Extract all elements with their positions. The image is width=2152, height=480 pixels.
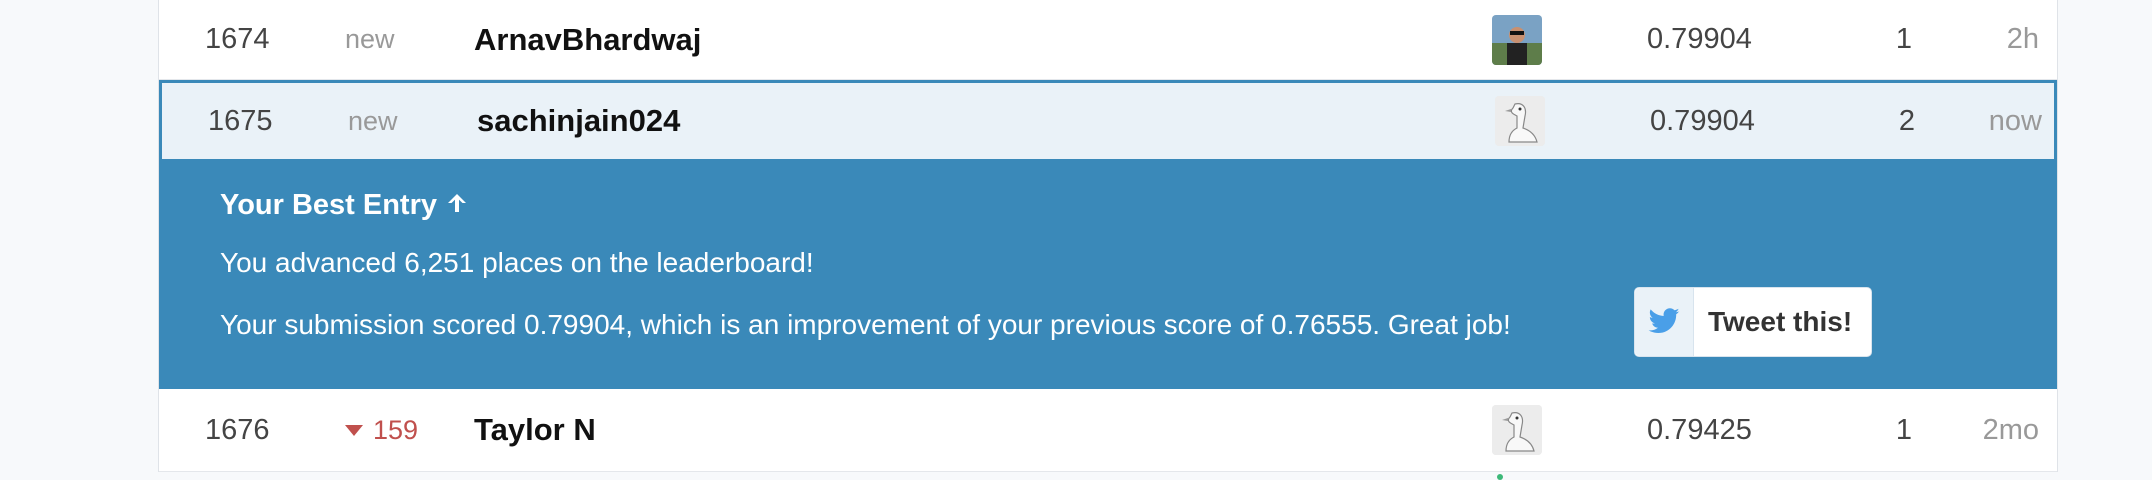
banner-title: Your Best Entry xyxy=(220,189,469,222)
rank-cell: 1676 xyxy=(205,413,270,446)
table-row-self: 1675 new sachinjain024 0.79904 2 now xyxy=(159,80,2057,168)
tweet-button-label: Tweet this! xyxy=(1708,306,1853,337)
online-dot xyxy=(1497,474,1503,480)
change-value: 159 xyxy=(373,414,419,445)
banner-score-text: Your submission scored 0.79904, which is… xyxy=(220,309,1511,340)
avatar-cell[interactable] xyxy=(1492,0,1544,88)
table-row: 1676 159 Taylor N 0.79425 1 2mo xyxy=(159,389,2057,480)
change-cell: new xyxy=(348,105,398,136)
banner-advance-text: You advanced 6,251 places on the leaderb… xyxy=(220,247,814,278)
last-cell: now xyxy=(1988,104,2042,137)
last-cell: 2h xyxy=(2006,23,2039,55)
team-name[interactable]: Taylor N xyxy=(474,389,596,471)
avatar-cell[interactable] xyxy=(1495,83,1547,168)
twitter-icon xyxy=(1635,288,1694,356)
avatar-cell[interactable] xyxy=(1492,389,1544,480)
tweet-button[interactable]: Tweet this! xyxy=(1634,287,1872,357)
leaderboard: 1674 new ArnavBhardwaj 0.79904 1 2h 1675… xyxy=(158,0,2058,480)
score-cell: 0.79904 xyxy=(1647,23,1752,55)
goose-avatar-icon[interactable] xyxy=(1495,96,1545,146)
best-entry-banner: Your Best Entry You advanced 6,251 place… xyxy=(159,161,2057,389)
arrow-up-icon xyxy=(445,190,469,222)
entries-cell: 1 xyxy=(1895,413,1913,446)
goose-avatar-icon[interactable] xyxy=(1492,405,1542,455)
change-cell: 159 xyxy=(345,389,418,471)
last-cell: 2mo xyxy=(1982,413,2039,446)
rank-cell: 1675 xyxy=(208,104,273,137)
score-cell: 0.79425 xyxy=(1647,413,1752,446)
team-name[interactable]: sachinjain024 xyxy=(477,83,680,159)
score-cell: 0.79904 xyxy=(1650,104,1755,137)
entries-cell: 2 xyxy=(1898,104,1916,137)
entries-cell: 1 xyxy=(1895,23,1913,55)
change-cell: new xyxy=(345,24,395,54)
banner-title-text: Your Best Entry xyxy=(220,189,438,221)
team-name[interactable]: ArnavBhardwaj xyxy=(474,0,701,79)
rank-cell: 1674 xyxy=(205,23,270,55)
triangle-down-icon xyxy=(345,424,363,436)
table-row: 1674 new ArnavBhardwaj 0.79904 1 2h xyxy=(159,0,2057,88)
photo-avatar-icon[interactable] xyxy=(1492,14,1542,65)
